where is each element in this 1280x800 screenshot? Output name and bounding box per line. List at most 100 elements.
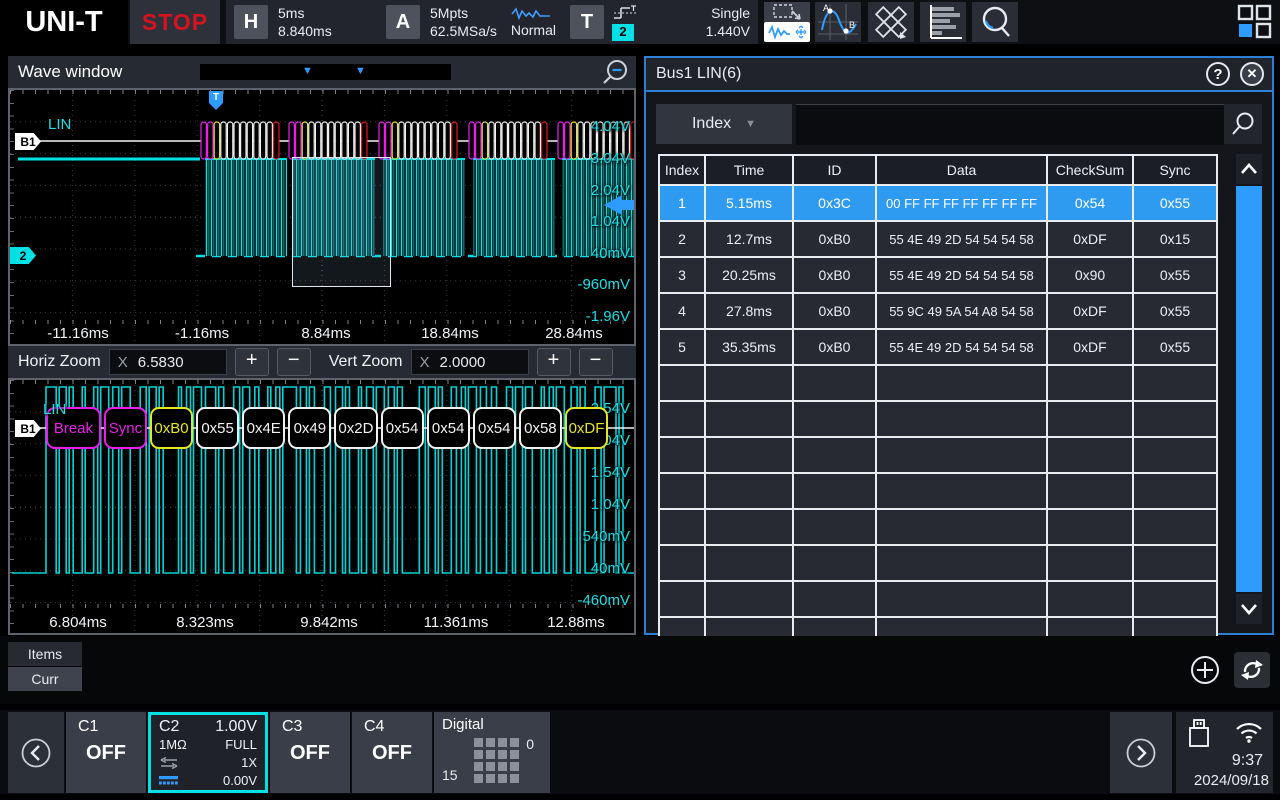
col-header-data: Data [876,155,1047,185]
table-row-empty[interactable] [659,509,1217,545]
decode-frame-5[interactable]: 0x49 [288,407,331,449]
digital-channels-button[interactable]: Digital 0 15 [434,712,550,793]
run-stop-button[interactable]: STOP [130,0,220,44]
decode-frame-7[interactable]: 0x54 [381,407,424,449]
bus1-protocol-label: LIN [43,401,66,418]
scroll-down-button[interactable] [1236,594,1262,624]
table-row-empty[interactable] [659,365,1217,401]
channel-c1-button[interactable]: C1 OFF [66,712,146,793]
trigger-position-marker[interactable]: T [209,91,223,110]
cell [1133,473,1217,509]
decode-frame-4[interactable]: 0x4E [242,407,285,449]
channel-bar-right-button[interactable] [1110,712,1172,793]
vert-zoom-value-box[interactable]: X 2.0000 [411,349,529,375]
cell [1047,401,1133,437]
add-button[interactable] [1189,654,1221,686]
help-button[interactable]: ? [1206,62,1230,86]
table-row-4[interactable]: 427.8ms0xB055 9C 49 5A 54 A8 54 580xDF0x… [659,293,1217,329]
table-row-empty[interactable] [659,473,1217,509]
table-row-3[interactable]: 320.25ms0xB055 4E 49 2D 54 54 54 580x900… [659,257,1217,293]
search-button[interactable] [1224,104,1262,144]
digital-square [486,750,495,759]
decode-frame-1[interactable]: Sync [104,407,147,449]
upper-vlabel-3: 1.04V [591,213,630,230]
horiz-zoom-plus-button[interactable]: + [235,348,269,376]
channel-c4-button[interactable]: C4 OFF [352,712,432,793]
horizontal-delay: 8.840ms [278,23,332,39]
table-row-empty[interactable] [659,545,1217,581]
bus1-protocol-label: LIN [48,116,71,133]
close-button[interactable]: ✕ [1240,62,1264,86]
c2-impedance: 1MΩ [159,737,187,752]
table-row-1[interactable]: 15.15ms0x3C00 FF FF FF FF FF FF FF0x540x… [659,185,1217,221]
cursor-measure-button[interactable]: A B [815,2,861,42]
scrollbar-thumb[interactable] [1236,186,1262,592]
table-row-2[interactable]: 212.7ms0xB055 4E 49 2D 54 54 54 580xDF0x… [659,221,1217,257]
channel-bar-left-button[interactable] [8,712,64,793]
main-waveform-graph[interactable]: B1 LIN 2 T 4.04V3.04V2.04V1.04V40mV-960m… [8,88,636,346]
c1-state: OFF [66,742,146,765]
cell [1133,509,1217,545]
search-tool-button[interactable] [972,2,1018,42]
logo-text: UNI-T [25,6,102,39]
table-row-empty[interactable] [659,401,1217,437]
decode-frame-2[interactable]: 0xB0 [150,407,193,449]
vert-zoom-plus-button[interactable]: + [537,348,571,376]
decode-frame-9[interactable]: 0x54 [473,407,516,449]
c1-label: C1 [78,718,98,736]
decode-frame-6[interactable]: 0x2D [334,407,377,449]
decode-frame-3[interactable]: 0x55 [196,407,239,449]
digital-grid-icon [474,738,519,783]
vert-zoom-label: Vert Zoom [329,353,403,371]
cell [876,401,1047,437]
trigger-settings-button[interactable]: T 2 Single 1.440V [562,0,758,44]
digital-square [486,762,495,771]
decode-frame-10[interactable]: 0x58 [519,407,562,449]
histogram-button[interactable] [920,2,966,42]
zoom-controls: Horiz Zoom X 6.5830 + − Vert Zoom X 2.00… [8,346,636,378]
zoom-selection-rect[interactable] [292,157,391,287]
cell: 27.8ms [705,293,793,329]
lower-tlabel-4: 12.88ms [538,614,614,631]
channel-c2-button[interactable]: C21.00V 1MΩFULL 1X 0.00V [148,712,268,793]
digital-label: Digital [442,716,484,733]
digital-square [474,750,483,759]
search-input[interactable] [796,104,1224,145]
table-row-empty[interactable] [659,437,1217,473]
table-row-empty[interactable] [659,581,1217,617]
filter-dropdown[interactable]: Index ▼ [656,104,792,144]
cell [1133,545,1217,581]
h-letter: H [234,5,268,39]
select-move-tool-button[interactable] [764,2,810,42]
channel-c3-button[interactable]: C3 OFF [270,712,350,793]
window-layout-button[interactable] [1236,3,1274,41]
cell [793,473,876,509]
zoom-region-marker-right-icon[interactable]: ▼ [355,65,366,77]
zoom-out-icon[interactable] [600,58,630,86]
acquire-settings-button[interactable]: A 5Mpts 62.5MSa/s Normal [378,0,564,44]
table-row-5[interactable]: 535.35ms0xB055 4E 49 2D 54 54 54 580xDF0… [659,329,1217,365]
vert-zoom-minus-button[interactable]: − [579,348,613,376]
plus-circle-icon [1189,654,1221,686]
items-selector[interactable]: Items Curr [8,642,82,691]
cell [1047,545,1133,581]
measure-button[interactable] [868,2,914,42]
memory-depth: 5Mpts [430,5,497,21]
horiz-zoom-minus-button[interactable]: − [277,348,311,376]
cell [705,401,793,437]
items-value[interactable]: Curr [8,667,82,691]
scroll-up-button[interactable] [1236,154,1262,184]
zoom-region-bar[interactable]: ▼ ▼ [200,64,451,80]
x-label: X [420,354,430,371]
decode-frame-8[interactable]: 0x54 [427,407,470,449]
refresh-button[interactable] [1234,652,1270,688]
bottom-ticks [10,320,634,324]
zoom-waveform-graph[interactable]: B1 LIN BreakSync0xB00x550x4E0x490x2D0x54… [8,378,636,635]
zoom-region-marker-left-icon[interactable]: ▼ [302,65,313,77]
decode-frame-11[interactable]: 0xDF [565,407,608,449]
cell: 12.7ms [705,221,793,257]
horizontal-settings-button[interactable]: H 5ms 8.840ms [226,0,380,44]
bandwidth-lines-icon [159,776,181,785]
c4-label: C4 [364,718,384,736]
horiz-zoom-value-box[interactable]: X 6.5830 [109,349,227,375]
